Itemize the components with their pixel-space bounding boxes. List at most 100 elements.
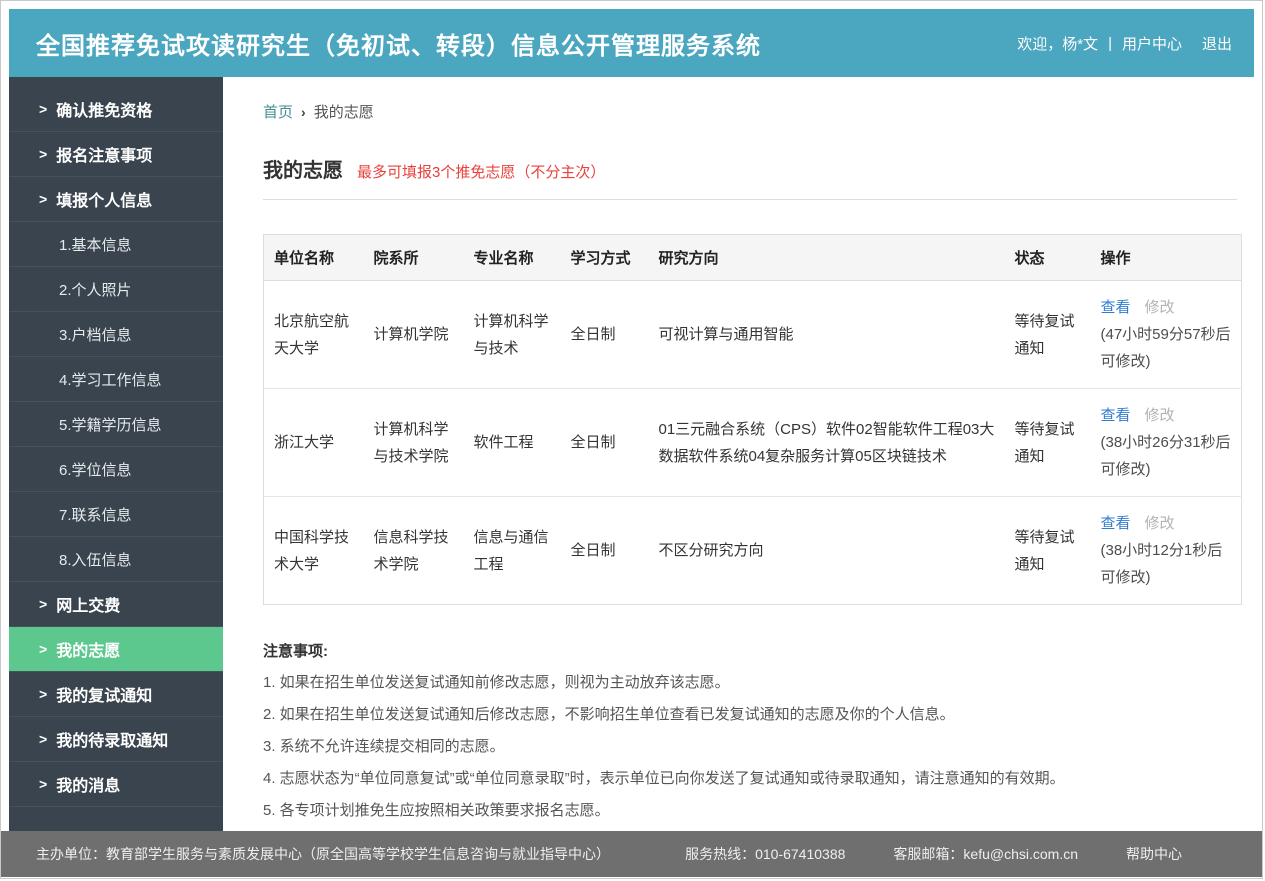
sidebar-item-9[interactable]: 6.学位信息 [9,447,223,492]
sidebar-item-label: 确认推免资格 [56,103,153,120]
view-link[interactable]: 查看 [1101,299,1131,316]
modify-link[interactable]: 修改 [1145,299,1175,316]
note-item: 1. 如果在招生单位发送复试通知前修改志愿，则视为主动放弃该志愿。 [263,674,730,691]
sidebar-item-label: 8.入伍信息 [59,551,132,569]
sidebar-item-label: 填报个人信息 [56,193,153,210]
volunteer-row: 北京航空航天大学 计算机学院 计算机科学与技术 全日制 可视计算与通用智能 等待复试通知查… [263,280,1242,389]
chevron-right-icon: > [39,776,48,792]
sidebar-item-label: 我的消息 [56,778,121,795]
volunteer-table: 单位名称 院系所 专业名称 学习方式 研究方向 状态 操作 北京航空航天大学 计算机学院 计算机… [263,234,1242,605]
sidebar-item-4[interactable]: 1.基本信息 [9,222,223,267]
column-header: 单位名称 [263,234,364,281]
note-item: 3. 系统不允许连续提交相同的志愿。 [263,738,505,755]
chevron-right-icon: > [39,146,48,162]
column-header: 院系所 [363,234,464,281]
page-notice: 最多可填报3个推免志愿（不分主次） [357,164,606,181]
notes-list: 1. 如果在招生单位发送复试通知前修改志愿，则视为主动放弃该志愿。 2. 如果在招… [263,667,1241,827]
chevron-right-icon: > [39,641,48,657]
sidebar-item-label: 6.学位信息 [59,461,132,479]
page-title: 我的志愿 [263,160,343,182]
sidebar-item-label: 4.学习工作信息 [59,371,162,389]
operation-cell: 查看 修改 (38小时26分31秒后可修改) [1090,388,1242,497]
notes-section: 注意事项: 1. 如果在招生单位发送复试通知前修改志愿，则视为主动放弃该志愿。 2… [263,637,1241,827]
breadcrumb-separator-icon: › [301,103,306,120]
footer-email: 客服邮箱：kefu@chsi.com.cn [893,844,1078,864]
modify-countdown-text: (47小时59分57秒后可修改) [1100,326,1231,370]
sidebar-item-label: 7.联系信息 [59,506,132,524]
sidebar-item-5[interactable]: 2.个人照片 [9,267,223,312]
sidebar-item-7[interactable]: 4.学习工作信息 [9,357,223,402]
app-title: 全国推荐免试攻读研究生（免初试、转段）信息公开管理服务系统 [36,32,761,60]
main-content: 首页 › 我的志愿 我的志愿 最多可填报3个推免志愿（不分主次） 单位名称 院系所… [223,77,1254,831]
body-row: > 确认推免资格 > 报名注意事项 > 填报个人信息 1.基本信息 2.个人照片 3.户档信息 4… [9,77,1254,831]
modify-link[interactable]: 修改 [1145,515,1175,532]
sidebar-item-label: 我的复试通知 [56,688,153,705]
status-cell: 等待复试通知 [1004,388,1091,497]
hotline-number: 010-67410388 [755,846,846,862]
note-item: 2. 如果在招生单位发送复试通知后修改志愿，不影响招生单位查看已发复试通知的志愿… [263,706,955,723]
chevron-right-icon: > [39,596,48,612]
page-title-row: 我的志愿 最多可填报3个推免志愿（不分主次） [263,154,1237,200]
help-center-link[interactable]: 帮助中心 [1126,844,1182,864]
breadcrumb-home-link[interactable]: 首页 [263,101,293,122]
app-footer: 主办单位：教育部学生服务与素质发展中心（原全国高等学校学生信息咨询与就业指导中心… [1,831,1262,877]
footer-hotline: 服务热线：010-67410388 [685,844,845,864]
sidebar-item-label: 5.学籍学历信息 [59,416,162,434]
welcome-text: 欢迎，杨*文 [1017,35,1099,53]
sidebar-item-11[interactable]: 8.入伍信息 [9,537,223,582]
unit-cell: 北京航空航天大学 [263,280,364,389]
app-header: 全国推荐免试攻读研究生（免初试、转段）信息公开管理服务系统 欢迎，杨*文 | 用… [9,9,1254,77]
status-cell: 等待复试通知 [1004,496,1091,605]
unit-cell: 中国科学技术大学 [263,496,364,605]
table-header-row: 单位名称 院系所 专业名称 学习方式 研究方向 状态 操作 [263,234,1242,281]
operation-cell: 查看 修改 (47小时59分57秒后可修改) [1090,280,1242,389]
sidebar-item-label: 3.户档信息 [59,326,132,344]
major-cell: 软件工程 [463,388,561,497]
sidebar-item-16[interactable]: > 我的消息 [9,762,223,807]
research-direction-cell: 不区分研究方向 [648,496,1005,605]
research-direction-cell: 01三元融合系统（CPS）软件02智能软件工程03大数据软件系统04复杂服务计算… [648,388,1005,497]
view-link[interactable]: 查看 [1101,407,1131,424]
major-cell: 信息与通信工程 [463,496,561,605]
sidebar-item-label: 我的志愿 [56,643,121,660]
sidebar-item-13[interactable]: > 我的志愿 [9,627,223,672]
department-cell: 计算机学院 [363,280,464,389]
sidebar-nav: > 确认推免资格 > 报名注意事项 > 填报个人信息 1.基本信息 2.个人照片 3.户档信息 4… [9,77,223,831]
sidebar-item-3[interactable]: > 填报个人信息 [9,177,223,222]
sidebar-item-6[interactable]: 3.户档信息 [9,312,223,357]
sidebar-item-2[interactable]: > 报名注意事项 [9,132,223,177]
email-label: 客服邮箱： [893,846,964,862]
logout-link[interactable]: 退出 [1202,33,1232,54]
column-header: 研究方向 [648,234,1005,281]
hotline-label: 服务热线： [685,846,756,862]
volunteer-row: 浙江大学 计算机科学与技术学院 软件工程 全日制 01三元融合系统（CPS）软件02智能… [263,388,1242,497]
breadcrumb: 首页 › 我的志愿 [263,101,1237,122]
study-mode-cell: 全日制 [560,388,649,497]
sidebar-item-label: 我的待录取通知 [56,733,169,750]
sidebar-item-1[interactable]: > 确认推免资格 [9,87,223,132]
major-cell: 计算机科学与技术 [463,280,561,389]
sidebar-item-14[interactable]: > 我的复试通知 [9,672,223,717]
chevron-right-icon: > [39,731,48,747]
chevron-right-icon: > [39,101,48,117]
research-direction-cell: 可视计算与通用智能 [648,280,1005,389]
column-header: 状态 [1004,234,1091,281]
modify-link[interactable]: 修改 [1145,407,1175,424]
footer-organizer: 主办单位：教育部学生服务与素质发展中心（原全国高等学校学生信息咨询与就业指导中心… [36,846,610,862]
study-mode-cell: 全日制 [560,280,649,389]
sidebar-item-10[interactable]: 7.联系信息 [9,492,223,537]
sidebar-item-label: 报名注意事项 [56,148,153,165]
sidebar-item-15[interactable]: > 我的待录取通知 [9,717,223,762]
footer-right-group: 服务热线：010-67410388 客服邮箱：kefu@chsi.com.cn … [685,844,1182,864]
unit-cell: 浙江大学 [263,388,364,497]
chevron-right-icon: > [39,686,48,702]
view-link[interactable]: 查看 [1101,515,1131,532]
column-header: 操作 [1090,234,1242,281]
note-item: 5. 各专项计划推免生应按照相关政策要求报名志愿。 [263,802,610,819]
chevron-right-icon: > [39,191,48,207]
user-center-link[interactable]: 用户中心 [1122,33,1182,54]
sidebar-item-12[interactable]: > 网上交费 [9,582,223,627]
notes-title: 注意事项: [263,643,328,660]
modify-countdown-text: (38小时12分1秒后可修改) [1100,542,1223,586]
sidebar-item-8[interactable]: 5.学籍学历信息 [9,402,223,447]
